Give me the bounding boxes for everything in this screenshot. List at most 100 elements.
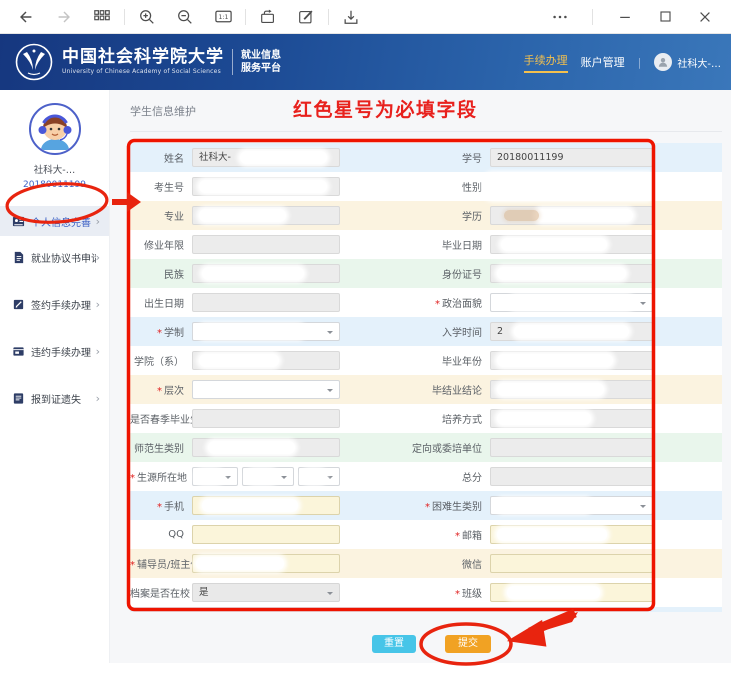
university-logo (14, 42, 54, 82)
edit-button[interactable] (296, 7, 316, 27)
graduation-date-field (490, 235, 653, 254)
study-duration-label: 修业年限 (130, 237, 192, 252)
submit-button[interactable]: 提交 (445, 635, 491, 653)
degree-level-select[interactable] (192, 380, 340, 399)
form-row: 修业年限 毕业日期 (130, 230, 722, 259)
zoom-out-button[interactable] (175, 7, 195, 27)
class-input[interactable] (490, 583, 653, 602)
counselor-input[interactable] (192, 554, 340, 573)
header-divider (232, 49, 233, 75)
form-row: *手机*困难生类别 (130, 491, 722, 520)
sidebar-item-personal-info[interactable]: 个人信息完善› (0, 206, 109, 236)
study-duration-field (192, 235, 340, 254)
zoom-in-icon (138, 8, 156, 26)
redaction-blur (485, 174, 656, 199)
redaction-blur (497, 499, 590, 512)
redaction-blur (501, 238, 607, 251)
reset-button[interactable]: 重置 (372, 635, 416, 653)
qq-input[interactable] (192, 525, 340, 544)
university-name-en: University of Chinese Academy of Social … (62, 68, 224, 75)
dropdown-caret-icon (640, 505, 646, 511)
id-number-input (490, 264, 653, 283)
required-note-annotation: 红色星号为必填字段 (293, 95, 478, 122)
major-input (192, 206, 340, 225)
sidebar-item-agreement-apply[interactable]: 就业协议书申请› (0, 242, 109, 272)
agreement-icon (12, 251, 25, 264)
graduation-date-label: 毕业日期 (340, 237, 490, 252)
back-button[interactable] (16, 7, 36, 27)
redaction-blur (202, 267, 304, 280)
normal-student-type-field (192, 438, 340, 457)
enrollment-date-field: 2 (490, 322, 653, 341)
chevron-right-icon: › (96, 392, 100, 405)
download-button[interactable] (341, 7, 361, 27)
origin-province-select[interactable] (192, 467, 238, 486)
forward-button[interactable] (54, 7, 74, 27)
origin-city-select[interactable] (242, 467, 294, 486)
redaction-blur (510, 296, 632, 309)
minimize-button[interactable] (615, 7, 635, 27)
ethnicity-label: 民族 (130, 266, 192, 281)
name-input: 社科大- (192, 148, 340, 167)
directed-unit-label: 定向或委培单位 (340, 440, 490, 455)
birth-date-input (192, 293, 340, 312)
email-input[interactable] (490, 525, 653, 544)
close-button[interactable] (695, 7, 715, 27)
ethnicity-field (192, 264, 340, 283)
mobile-input[interactable] (192, 496, 340, 515)
enrollment-date-input: 2 (490, 322, 653, 341)
sidebar-menu: 个人信息完善›就业协议书申请›签约手续办理›违约手续办理›报到证遗失› (0, 206, 109, 413)
back-arrow-icon (17, 8, 35, 26)
nav-procedures-link[interactable]: 手续办理 (524, 52, 568, 73)
qq-field (192, 525, 340, 544)
maximize-button[interactable] (655, 7, 675, 27)
actual-size-icon: 1:1 (214, 7, 233, 26)
origin-county-select[interactable] (298, 467, 340, 486)
pages-grid-button[interactable] (92, 7, 112, 27)
student-id-value: 20180011199 (497, 152, 564, 163)
sidebar-item-sign-procedure[interactable]: 签约手续办理› (0, 289, 109, 319)
training-mode-input (490, 409, 653, 428)
disadvantaged-type-select[interactable] (490, 496, 653, 515)
name-label: 姓名 (130, 150, 192, 165)
redaction-blur (208, 441, 296, 454)
total-score-input (490, 467, 653, 486)
chevron-right-icon: › (96, 345, 100, 358)
training-mode-field (490, 409, 653, 428)
class-field (490, 583, 653, 602)
student-avatar (28, 102, 82, 156)
total-score-field (490, 467, 653, 486)
name-field: 社科大- (192, 148, 340, 167)
sidebar-item-label: 个人信息完善 (31, 214, 91, 229)
political-status-select[interactable] (490, 293, 653, 312)
partial-next-row (130, 607, 722, 612)
dropdown-caret-icon (281, 476, 287, 482)
form-row: 考生号性别 (130, 172, 722, 201)
redaction-blur (303, 470, 325, 483)
spring-graduate-input (192, 409, 340, 428)
sidebar-item-breach-procedure[interactable]: 违约手续办理› (0, 336, 109, 366)
form-row: *学制入学时间2 (130, 317, 722, 346)
disadvantaged-type-label: *困难生类别 (340, 498, 490, 513)
student-info-form: 姓名社科大-学号20180011199考生号性别专业学历修业年限毕业日期民族身份… (130, 143, 722, 612)
header-user[interactable]: 社科大-… (654, 53, 721, 71)
schooling-length-select[interactable] (192, 322, 340, 341)
more-button[interactable] (550, 7, 570, 27)
id-number-field (490, 264, 653, 283)
wechat-input[interactable] (490, 554, 653, 573)
actual-size-button[interactable]: 1:1 (213, 7, 233, 27)
wechat-label: 微信 (340, 556, 490, 571)
required-asterisk: * (455, 589, 460, 600)
sidebar-item-report-card-loss[interactable]: 报到证遗失› (0, 383, 109, 413)
archive-in-school-select[interactable]: 是 (192, 583, 340, 602)
svg-text:1:1: 1:1 (218, 14, 228, 21)
screenshot-icon (259, 8, 277, 26)
origin-region-field (192, 467, 340, 486)
email-field (490, 525, 653, 544)
zoom-in-button[interactable] (137, 7, 157, 27)
graduation-conclusion-input (490, 380, 653, 399)
screenshot-button[interactable] (258, 7, 278, 27)
nav-account-link[interactable]: 账户管理 (581, 54, 625, 70)
counselor-field (192, 554, 340, 573)
redaction-tint (504, 210, 539, 221)
